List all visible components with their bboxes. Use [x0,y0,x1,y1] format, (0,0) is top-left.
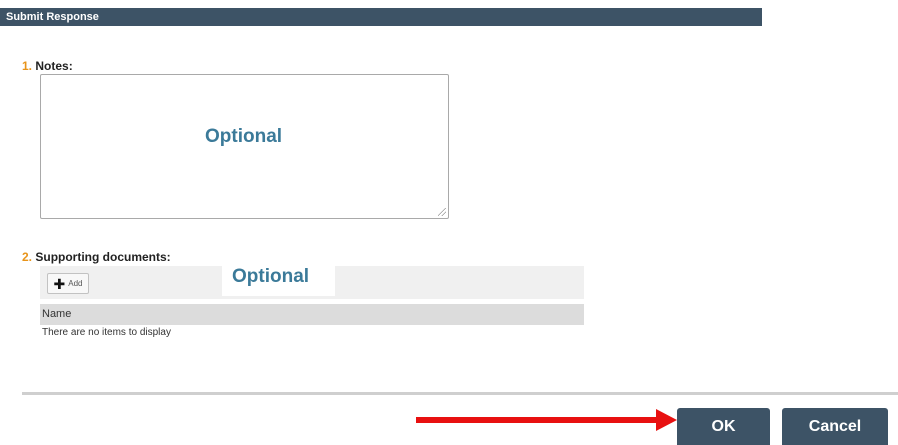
grid-column-name[interactable]: Name [40,304,584,325]
dialog-title: Submit Response [0,8,762,26]
plus-icon: ✚ [53,275,66,292]
question-text: Supporting documents: [35,250,171,264]
question-number: 2. [22,250,33,264]
question-notes-label: 1. Notes: [22,59,73,73]
question-number: 1. [22,59,33,73]
notes-optional-hint: Optional [205,126,283,147]
empty-grid-message: There are no items to display [42,327,171,338]
question-text: Notes: [35,59,73,73]
cancel-button[interactable]: Cancel [782,408,888,445]
ok-button[interactable]: OK [677,408,770,445]
add-button-label: Add [68,279,83,288]
arrow-right-icon [416,417,658,423]
arrow-right-icon-head [656,409,677,431]
footer-divider [22,392,898,395]
documents-optional-hint: Optional [232,266,310,287]
add-document-button[interactable]: ✚ Add [47,273,89,294]
resize-grip-icon[interactable] [438,208,446,216]
question-documents-label: 2. Supporting documents: [22,250,171,264]
